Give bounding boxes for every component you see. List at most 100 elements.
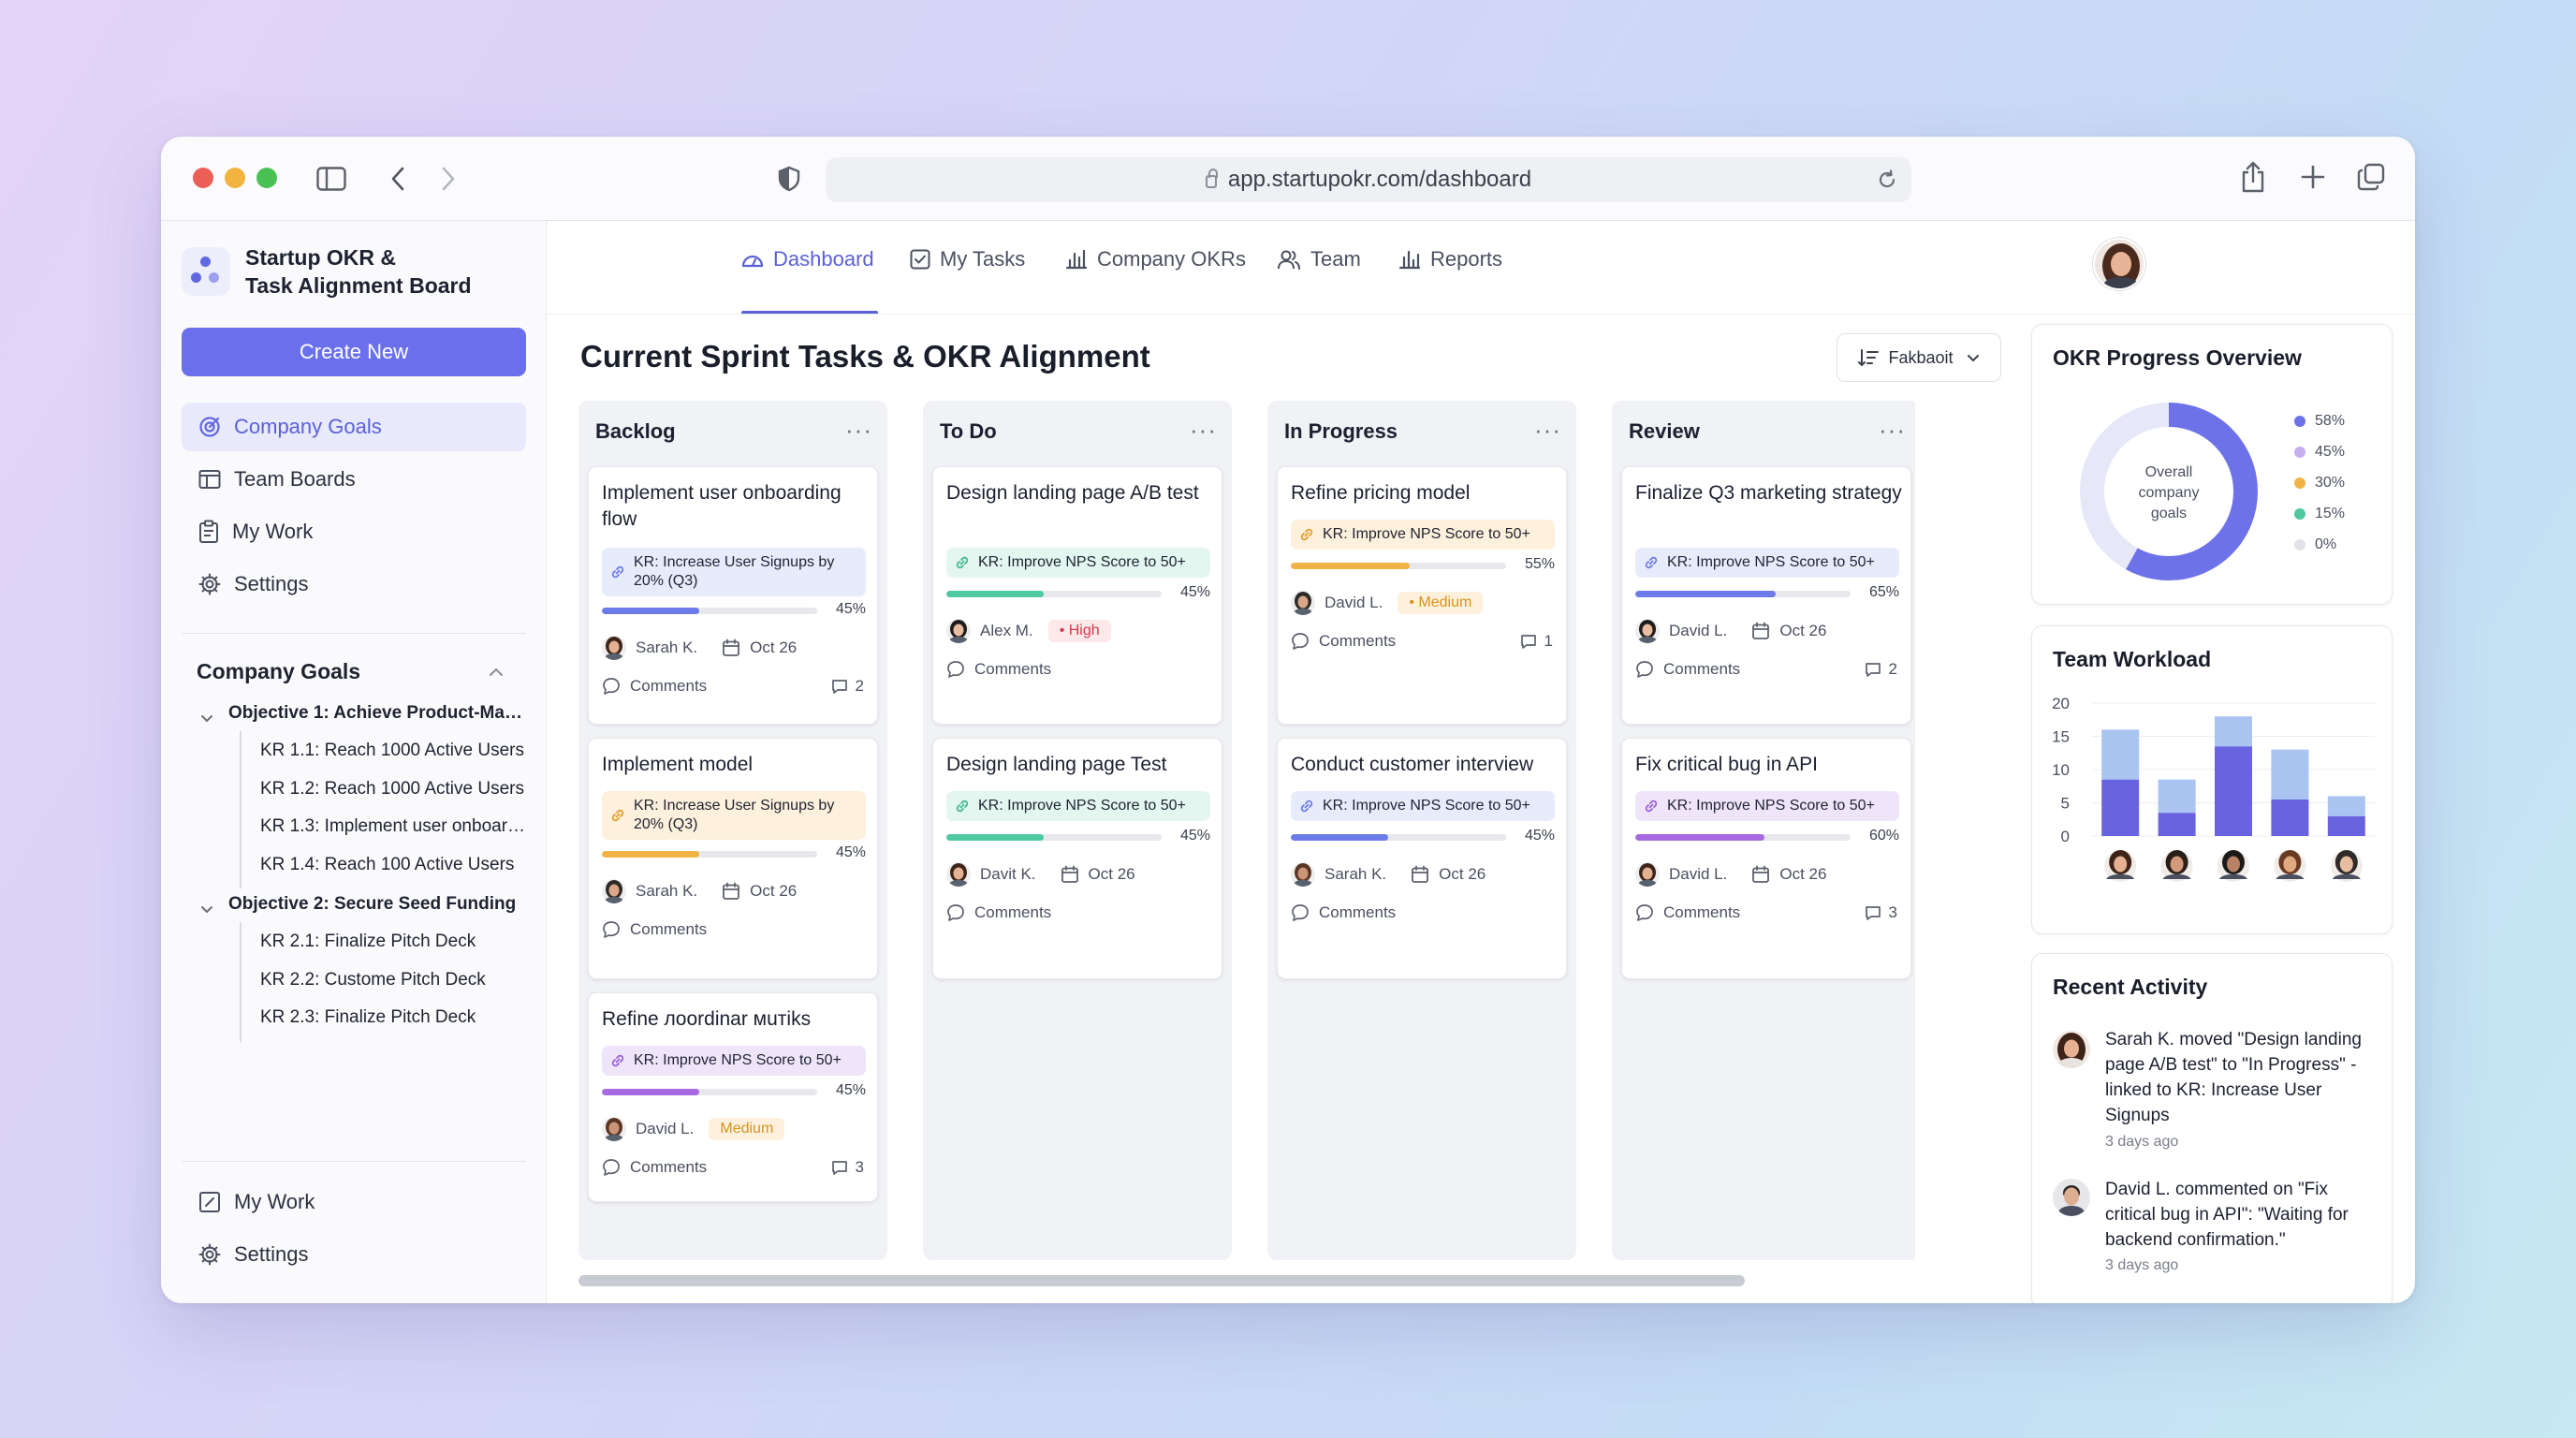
chat-icon [1865, 663, 1881, 677]
kr-tag[interactable]: KR: Improve NPS Score to 50+ [946, 548, 1210, 578]
more-options-icon[interactable]: ··· [1534, 416, 1561, 445]
clipboard-icon [199, 520, 218, 543]
create-new-button[interactable]: Create New [182, 328, 526, 376]
task-card[interactable]: Finalize Q3 marketing strategy KR: Improv… [1621, 466, 1911, 725]
due-date: Oct 26 [1411, 865, 1486, 884]
user-avatar[interactable] [2093, 238, 2145, 290]
assignee-name: Sarah K. [636, 882, 698, 900]
kr-2-2[interactable]: KR 2.2: Custome Pitch Deck [260, 970, 526, 990]
sidebar-item-my-work-bottom[interactable]: My Work [182, 1178, 526, 1226]
kr-tag[interactable]: KR: Improve NPS Score to 50+ [1291, 791, 1555, 821]
reload-icon[interactable] [1876, 169, 1898, 191]
progress-fill [1291, 563, 1410, 569]
task-card[interactable]: Design landing page A/B test KR: Improve … [932, 466, 1222, 725]
comments-link[interactable]: Comments [946, 660, 1051, 679]
shield-icon[interactable] [775, 163, 803, 195]
comments-link[interactable]: Comments [602, 920, 707, 939]
sort-filter-button[interactable]: Fakbaoit [1837, 333, 2001, 382]
share-icon[interactable] [2239, 159, 2267, 195]
kr-2-3[interactable]: KR 2.3: Finalize Pitch Deck [260, 1007, 526, 1028]
close-window-button[interactable] [193, 168, 213, 188]
tabs-overview-icon[interactable] [2355, 161, 2387, 193]
gear-icon [198, 573, 221, 595]
chevron-up-icon[interactable] [489, 665, 504, 682]
sidebar-toggle-icon[interactable] [315, 163, 348, 195]
sidebar-item-team-boards[interactable]: Team Boards [182, 455, 526, 504]
comments-link[interactable]: Comments [1635, 660, 1740, 679]
kr-2-1[interactable]: KR 2.1: Finalize Pitch Deck [260, 932, 526, 952]
kr-tag[interactable]: KR: Increase User Signups by 20% (Q3) [602, 548, 866, 596]
comments-link[interactable]: Comments [1635, 903, 1740, 922]
address-bar[interactable]: app.startupokr.com/dashboard [826, 157, 1911, 202]
minimize-window-button[interactable] [225, 168, 245, 188]
kr-tag-label: KR: Improve NPS Score to 50+ [1323, 798, 1530, 814]
task-card[interactable]: Fix critical bug in API KR: Improve NPS S… [1621, 738, 1911, 979]
comments-link[interactable]: Comments [1291, 632, 1396, 651]
comments-link[interactable]: Comments [602, 1158, 707, 1177]
task-card[interactable]: Refine pricing model KR: Improve NPS Scor… [1277, 466, 1567, 725]
objective-1[interactable]: Objective 1: Achieve Product-Market Fit [228, 703, 528, 724]
link-icon [1300, 800, 1313, 813]
comment-icon [603, 1159, 620, 1176]
link-icon [1988, 565, 2003, 580]
kr-1-3[interactable]: KR 1.3: Implement user onboarding [260, 816, 526, 837]
new-tab-icon[interactable] [2299, 163, 2327, 191]
kr-tag[interactable]: KR: Improve NPS Score to 50+ [602, 1046, 866, 1076]
chat-icon [1520, 635, 1536, 649]
sidebar-item-label: Settings [234, 572, 309, 595]
task-card[interactable]: Implement user onboarding flow KR: Increa… [588, 466, 878, 725]
kr-1-2[interactable]: KR 1.2: Reach 1000 Active Users [260, 779, 526, 800]
sidebar-item-settings-bottom[interactable]: Settings [182, 1230, 526, 1279]
app-title-line-2: Task Alignment Board [245, 273, 472, 298]
assignee-name: David L. [1325, 594, 1383, 611]
back-icon[interactable] [384, 163, 412, 195]
kr-1-4[interactable]: KR 1.4: Reach 100 Active Users [260, 855, 526, 875]
tab-dashboard[interactable]: Dashboard [741, 247, 874, 271]
kr-tag[interactable]: KR: Improve NPS Score to 50+ [946, 791, 1210, 821]
comments-link[interactable]: Comments [602, 677, 707, 696]
sidebar-item-company-goals[interactable]: Company Goals [182, 403, 526, 451]
sidebar-item-settings[interactable]: Settings [182, 560, 526, 609]
chevron-down-icon[interactable] [200, 711, 213, 727]
kr-tag[interactable]: KR: Improve NPS Score to 50+ [1291, 520, 1555, 550]
tab-team[interactable]: Team [1277, 247, 1361, 271]
more-options-icon[interactable]: ··· [1879, 416, 1906, 445]
sidebar-item-label: My Work [232, 520, 314, 543]
task-title: Refine лoordinar мuтiks [602, 1008, 812, 1030]
comments-link[interactable]: Comments [1291, 903, 1396, 922]
task-card[interactable]: Implement model KR: Increase User Signups… [588, 738, 878, 979]
chevron-down-icon[interactable] [200, 902, 213, 918]
dashboard-icon [741, 255, 764, 268]
sidebar-item-my-work[interactable]: My Work [182, 507, 526, 556]
task-card[interactable]: Design landing page Test KR: Improve NPS … [932, 738, 1222, 979]
more-options-icon[interactable]: ··· [845, 416, 872, 445]
column-title: Review [1629, 419, 1700, 443]
lock-icon [1205, 169, 1218, 188]
maximize-window-button[interactable] [256, 168, 277, 188]
recent-activity-panel: Recent Activity Sarah K. moved "Design l… [2031, 953, 2393, 1303]
task-title: Finalize Q3 marketing strategy [1635, 482, 1902, 504]
assignee-avatar [1980, 907, 2004, 932]
more-options-icon[interactable]: ··· [1190, 416, 1217, 445]
kr-tag[interactable]: KR: Improve NPS Score to 50+ [1635, 548, 1899, 578]
comments-label: Comments [630, 920, 708, 938]
task-card[interactable]: Refine лoordinar мuтiks KR: Improve NPS S… [588, 992, 878, 1202]
link-icon [1645, 800, 1658, 813]
activity-avatar-sarah [2053, 1031, 2090, 1068]
board-horizontal-scrollbar[interactable] [578, 1275, 1745, 1286]
kr-tag[interactable]: KR: Improve NPS Score to 50+ [1635, 791, 1899, 821]
task-card[interactable]: Conduct customer interview KR: Improve NP… [1277, 738, 1567, 979]
comments-link[interactable]: Comments [946, 903, 1051, 922]
kr-tag[interactable]: KR: Increase User Signups by 20% (Q3) [602, 791, 866, 840]
tab-label: Team [1310, 247, 1361, 271]
kr-1-1[interactable]: KR 1.1: Reach 1000 Active Users [260, 741, 526, 761]
sidebar-item-label: Team Boards [234, 467, 356, 491]
tab-my-tasks[interactable]: My Tasks [910, 247, 1025, 271]
board-column-to-do: To Do ··· Design landing page A/B test KR: … [923, 401, 1232, 1260]
objective-2[interactable]: Objective 2: Secure Seed Funding [228, 894, 528, 915]
tab-company-okrs[interactable]: Company OKRs [1065, 247, 1246, 271]
progress-bar [1980, 608, 2162, 614]
progress-fill [602, 851, 699, 858]
forward-icon[interactable] [434, 163, 462, 195]
tab-reports[interactable]: Reports [1398, 247, 1502, 271]
